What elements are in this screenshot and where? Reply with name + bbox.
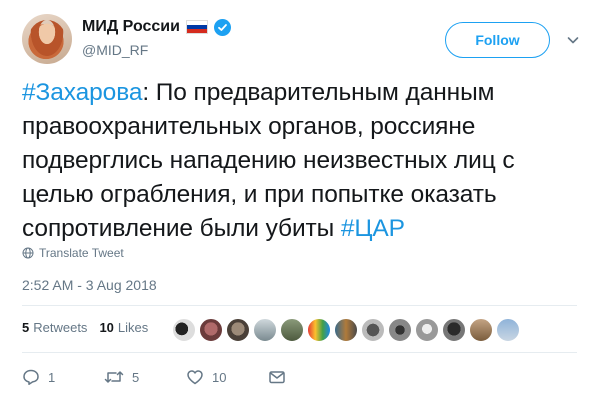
liker-avatar[interactable] — [415, 318, 439, 342]
liker-avatar[interactable] — [253, 318, 277, 342]
divider — [22, 352, 577, 353]
user-handle[interactable]: @MID_RF — [82, 42, 148, 58]
globe-icon — [22, 247, 34, 259]
tweet-text: #Захарова: По предварительным данным пра… — [22, 76, 592, 246]
message-icon — [269, 371, 285, 384]
liker-avatar[interactable] — [496, 318, 520, 342]
liker-avatar[interactable] — [361, 318, 385, 342]
translate-tweet-link[interactable]: Translate Tweet — [22, 246, 124, 260]
retweet-button[interactable]: 5 — [104, 368, 186, 386]
avatar[interactable] — [22, 14, 72, 64]
liker-avatar[interactable] — [469, 318, 493, 342]
reply-count: 1 — [48, 369, 56, 385]
liker-avatar[interactable] — [442, 318, 466, 342]
reply-button[interactable]: 1 — [22, 368, 104, 386]
retweets-stat[interactable]: 5 Retweets — [22, 320, 87, 335]
hashtag-link[interactable]: #Захарова — [22, 79, 142, 106]
likes-count: 10 — [99, 320, 114, 335]
user-name-row: МИД России — [82, 18, 231, 36]
liker-avatars — [172, 318, 520, 342]
reply-icon — [23, 369, 39, 385]
tweet-timestamp[interactable]: 2:52 AM - 3 Aug 2018 — [22, 277, 157, 293]
heart-icon — [187, 370, 203, 385]
verified-badge-icon — [213, 18, 231, 36]
retweets-count: 5 — [22, 320, 30, 335]
divider — [22, 305, 577, 306]
liker-avatar[interactable] — [388, 318, 412, 342]
retweets-label: Retweets — [33, 320, 88, 335]
like-count: 10 — [212, 369, 227, 385]
tweet-actions: 1 5 10 — [22, 368, 286, 386]
follow-button[interactable]: Follow — [445, 22, 550, 58]
liker-avatar[interactable] — [199, 318, 223, 342]
liker-avatar[interactable] — [226, 318, 250, 342]
translate-label: Translate Tweet — [39, 246, 124, 260]
liker-avatar[interactable] — [172, 318, 196, 342]
chevron-down-icon[interactable] — [566, 33, 580, 47]
engagement-stats: 5 Retweets 10 Likes — [22, 320, 160, 335]
likes-stat[interactable]: 10 Likes — [99, 320, 148, 335]
liker-avatar[interactable] — [280, 318, 304, 342]
liker-avatar[interactable] — [334, 318, 358, 342]
like-button[interactable]: 10 — [186, 368, 268, 386]
hashtag-link[interactable]: #ЦАР — [341, 215, 405, 242]
retweet-icon — [104, 371, 124, 383]
retweet-count: 5 — [132, 369, 140, 385]
display-name[interactable]: МИД России — [82, 18, 180, 36]
likes-label: Likes — [117, 320, 149, 335]
direct-message-button[interactable] — [268, 368, 286, 386]
russia-flag-icon — [185, 20, 208, 34]
liker-avatar[interactable] — [307, 318, 331, 342]
